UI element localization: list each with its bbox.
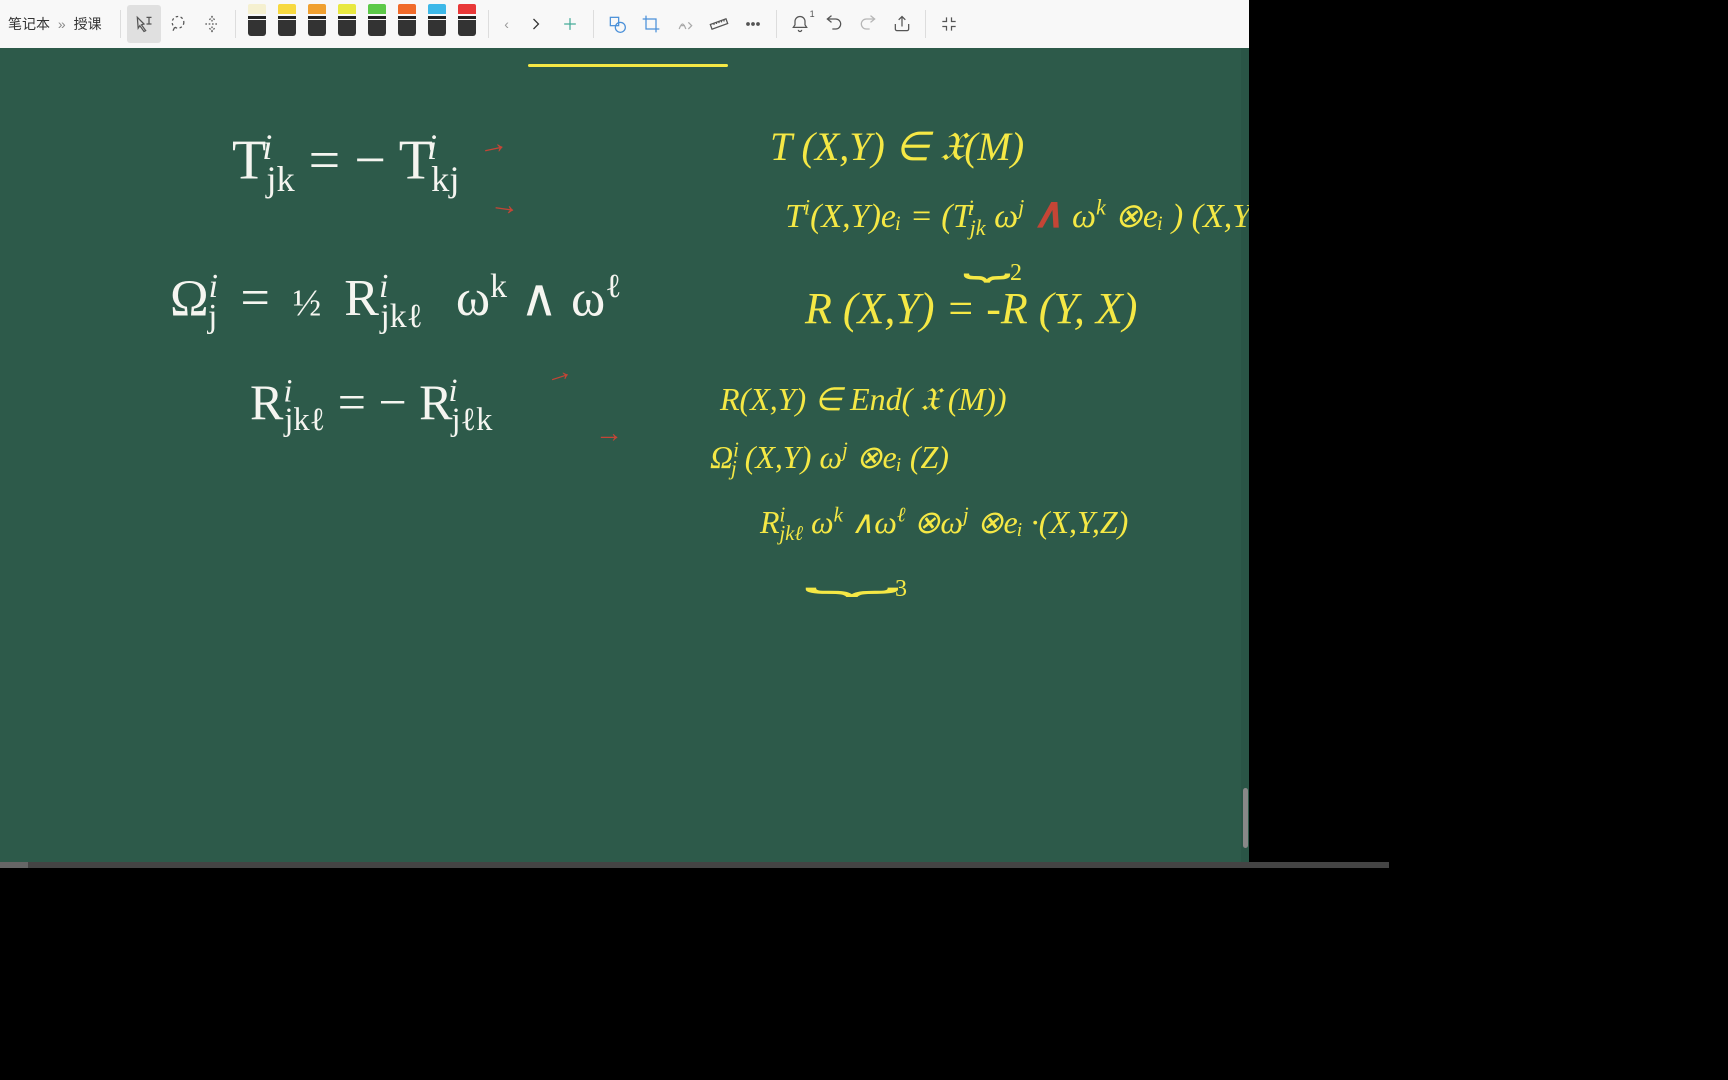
scrollbar-thumb[interactable]: [1243, 788, 1248, 848]
red-arrow-2: →: [488, 186, 522, 224]
divider: [235, 10, 236, 38]
equation-curvature-antisym: R (X,Y) = -R (Y, X): [805, 283, 1137, 334]
divider: [120, 10, 121, 38]
equation-torsion-field: T (X,Y) ∈ 𝔛(M): [770, 123, 1024, 170]
breadcrumb-page[interactable]: 授课: [74, 16, 102, 32]
equation-curvature-form: Ωij = ½ Rijkℓ ωk ∧ ωℓ: [170, 268, 621, 336]
divider: [593, 10, 594, 38]
prev-page-button[interactable]: ‹: [495, 5, 519, 43]
redo-button[interactable]: [851, 5, 885, 43]
notification-badge: 1: [810, 9, 815, 19]
app-window: 笔记本 » 授课 ‹: [0, 0, 1389, 868]
more-options-button[interactable]: [736, 5, 770, 43]
insert-space-tool[interactable]: [195, 5, 229, 43]
ink-to-text-tool[interactable]: [668, 5, 702, 43]
breadcrumb[interactable]: 笔记本 » 授课: [4, 14, 114, 34]
brace-3: ⏟: [804, 548, 900, 595]
equation-curvature-endo: R(X,Y) ∈ End( 𝔛 (M)): [720, 380, 1007, 419]
red-arrow-1: →: [475, 125, 511, 164]
letterbox-right: [1249, 0, 1389, 868]
red-arrow-3: →: [541, 354, 578, 393]
highlighter-orange[interactable]: [392, 4, 422, 44]
canvas[interactable]: Tijk = − Tikj → → Ωij = ½ Rijkℓ ωk ∧ ωℓ …: [0, 48, 1249, 868]
highlighter-white[interactable]: [242, 4, 272, 44]
bottom-progress-bar[interactable]: [0, 862, 1389, 868]
brace-2-label: 2: [1010, 260, 1022, 287]
equation-omega-xyz: Ωij (X,Y) ωj ⊗eᵢ (Z): [710, 438, 949, 481]
red-wedge: ∧: [1033, 191, 1064, 237]
equation-torsion-antisym: Tijk = − Tikj: [232, 126, 459, 200]
crop-tool[interactable]: [634, 5, 668, 43]
equation-riemann-tensor-full: Rijkℓ ωk ∧ωℓ ⊗ωj ⊗eᵢ ·(X,Y,Z): [760, 503, 1128, 546]
yellow-underline: [528, 64, 728, 67]
divider: [488, 10, 489, 38]
highlighter-cyan[interactable]: [422, 4, 452, 44]
fullscreen-exit-button[interactable]: [932, 5, 966, 43]
highlighter-red[interactable]: [452, 4, 482, 44]
highlighter-lime[interactable]: [332, 4, 362, 44]
add-page-button[interactable]: [553, 5, 587, 43]
toolbar: 笔记本 » 授课 ‹: [0, 0, 1389, 49]
highlighter-palette: [242, 4, 482, 44]
notifications-button[interactable]: 1: [783, 5, 817, 43]
equation-torsion-component: Ti(X,Y)eᵢ = (Tijk ωj ∧ ωk ⊗eᵢ ) (X,Y): [785, 188, 1249, 241]
highlighter-green[interactable]: [362, 4, 392, 44]
equation-riemann-antisym: Rijkℓ = − Rijℓk: [250, 373, 492, 439]
brace-2: ⏟: [963, 233, 1011, 280]
next-page-button[interactable]: [519, 5, 553, 43]
highlighter-amber[interactable]: [302, 4, 332, 44]
breadcrumb-separator: »: [58, 16, 66, 32]
breadcrumb-notebook[interactable]: 笔记本: [8, 16, 50, 32]
divider: [776, 10, 777, 38]
red-arrow-4: →: [595, 418, 623, 450]
text-cursor-tool[interactable]: [127, 5, 161, 43]
shapes-tool[interactable]: [600, 5, 634, 43]
undo-button[interactable]: [817, 5, 851, 43]
highlighter-yellow[interactable]: [272, 4, 302, 44]
divider: [925, 10, 926, 38]
ruler-tool[interactable]: [702, 5, 736, 43]
lasso-tool[interactable]: [161, 5, 195, 43]
share-button[interactable]: [885, 5, 919, 43]
brace-3-label: 3: [895, 576, 907, 603]
vertical-scrollbar[interactable]: [1241, 48, 1249, 868]
